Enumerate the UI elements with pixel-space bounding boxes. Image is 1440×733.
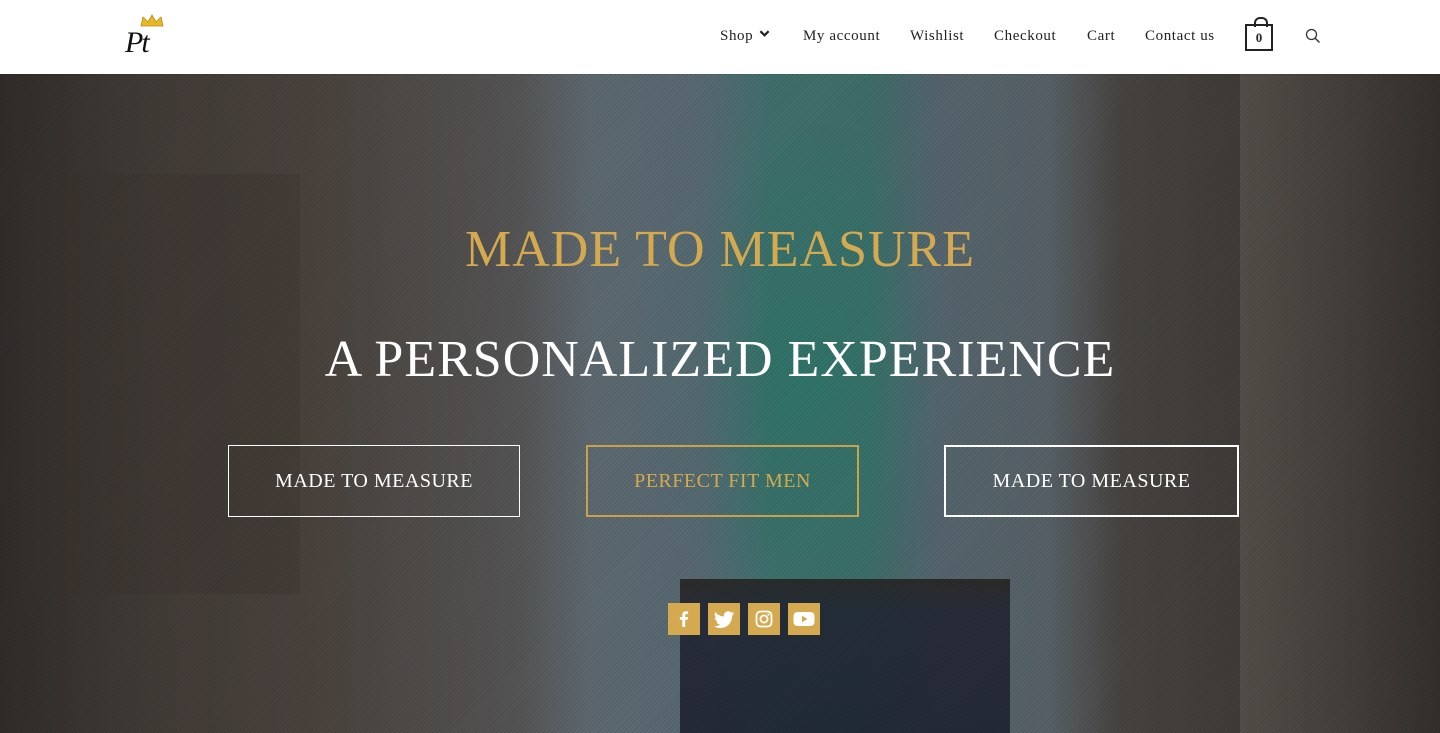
nav-item-shop[interactable]: Shop <box>720 28 770 45</box>
nav-item-label: Checkout <box>994 28 1057 44</box>
nav-item-cart[interactable]: Cart <box>1087 28 1115 45</box>
cart-handle <box>1254 17 1268 27</box>
facebook-icon <box>679 611 689 627</box>
twitter-icon <box>714 610 734 628</box>
cart-count: 0 <box>1255 30 1263 45</box>
nav-item-label: Contact us <box>1145 28 1215 44</box>
perfect-fit-men-button[interactable]: PERFECT FIT MEN <box>586 445 859 517</box>
cart-icon[interactable]: 0 <box>1245 17 1273 51</box>
youtube-link[interactable] <box>788 603 820 635</box>
instagram-icon <box>755 610 773 628</box>
main-navigation: Shop My account Wishlist Checkout Cart C… <box>0 0 1440 74</box>
nav-item-contact-us[interactable]: Contact us <box>1145 28 1215 45</box>
made-to-measure-button[interactable]: MADE TO MEASURE <box>228 445 520 517</box>
nav-item-label: Shop <box>720 28 754 44</box>
search-icon[interactable] <box>1305 28 1321 44</box>
hero-title: MADE TO MEASURE <box>464 221 975 278</box>
nav-item-label: My account <box>803 28 881 44</box>
chevron-down-icon <box>759 30 770 37</box>
instagram-link[interactable] <box>748 603 780 635</box>
site-header: Pt Shop My account Wishlist Checkout Car… <box>0 0 1440 74</box>
hero-subtitle: A PERSONALIZED EXPERIENCE <box>324 331 1116 388</box>
hero-section: MADE TO MEASURE A PERSONALIZED EXPERIENC… <box>0 74 1440 733</box>
nav-item-my-account[interactable]: My account <box>803 28 880 45</box>
nav-item-label: Cart <box>1087 28 1116 44</box>
made-to-measure-button-secondary[interactable]: MADE TO MEASURE <box>944 445 1239 517</box>
nav-item-wishlist[interactable]: Wishlist <box>910 28 964 45</box>
facebook-link[interactable] <box>668 603 700 635</box>
nav-item-checkout[interactable]: Checkout <box>994 28 1056 45</box>
youtube-icon <box>793 612 815 626</box>
twitter-link[interactable] <box>708 603 740 635</box>
nav-item-label: Wishlist <box>910 28 965 44</box>
